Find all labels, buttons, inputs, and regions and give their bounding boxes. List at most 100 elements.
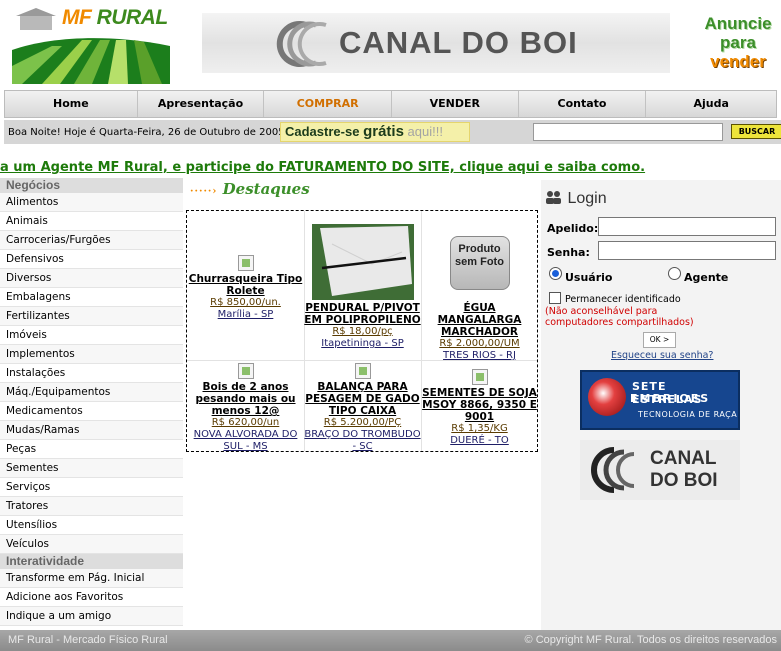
product-title[interactable]: BALANÇA PARA PESAGEM DE GADO TIPO CAIXA [304, 381, 421, 417]
product-title[interactable]: ÉGUA MANGALARGA MARCHADOR [421, 302, 538, 338]
sidebar-item-negocio[interactable]: Medicamentos [0, 402, 183, 421]
ad2-text: CANAL DO BOI [650, 448, 718, 492]
nav-vender[interactable]: VENDER [392, 91, 519, 117]
radio-usuario-label[interactable]: Usuário [565, 271, 613, 284]
product-title[interactable]: SEMENTES DE SOJA MSOY 8866, 9350 E 9001 [421, 387, 538, 423]
product-location[interactable]: Marília - SP [187, 309, 304, 321]
search-button[interactable]: BUSCAR [731, 124, 781, 139]
product-image-icon [471, 369, 488, 385]
sidebar-item-negocio[interactable]: Implementos [0, 345, 183, 364]
arrow-dots-icon: ·····› [190, 186, 218, 197]
sete-estrelas-ad[interactable]: SETE ESTRELAS EMBRIOES TECNOLOGIA DE RAÇ… [580, 370, 740, 430]
sidebar-item-negocio[interactable]: Imóveis [0, 326, 183, 345]
product-title[interactable]: Churrasqueira Tipo Rolete [187, 273, 304, 297]
ad1-line3: TECNOLOGIA DE RAÇA [638, 410, 738, 419]
login-panel: Login Apelido: Senha: Usuário Agente Per… [541, 180, 781, 630]
sidebar-item-negocio[interactable]: Defensivos [0, 250, 183, 269]
senha-input[interactable] [598, 241, 776, 260]
canal-waves-icon [591, 447, 635, 493]
nav-contato[interactable]: Contato [519, 91, 647, 117]
ad2-line2: DO BOI [650, 470, 718, 491]
product-location[interactable]: BRAÇO DO TROMBUDO - SC [304, 429, 421, 453]
product-location[interactable]: Itapetininga - SP [304, 338, 421, 350]
nav-apresentacao[interactable]: Apresentação [138, 91, 265, 117]
ok-button[interactable]: OK > [643, 332, 676, 348]
apelido-input[interactable] [598, 217, 776, 236]
product-location[interactable]: NOVA ALVORADA DO SUL - MS [187, 429, 304, 453]
nav-comprar[interactable]: COMPRAR [264, 91, 392, 117]
product-price[interactable]: R$ 18,00/pç [304, 326, 421, 338]
canal-waves-icon [276, 21, 327, 67]
product-photo-pendural[interactable] [311, 224, 414, 300]
sidebar-item-negocio[interactable]: Serviços [0, 478, 183, 497]
product-card[interactable]: BALANÇA PARA PESAGEM DE GADO TIPO CAIXA … [304, 363, 421, 453]
nav-home[interactable]: Home [5, 91, 138, 117]
sidebar-item-negocio[interactable]: Tratores [0, 497, 183, 516]
sidebar-item-negocio[interactable]: Alimentos [0, 193, 183, 212]
sidebar-item-negocio[interactable]: Peças [0, 440, 183, 459]
anuncie-para-vender-link[interactable]: Anuncie para vender [694, 14, 781, 71]
sidebar-item-negocio[interactable]: Veículos [0, 535, 183, 554]
date-greeting: Boa Noite! Hoje é Quarta-Feira, 26 de Ou… [8, 127, 285, 138]
info-bar: Boa Noite! Hoje é Quarta-Feira, 26 de Ou… [4, 120, 781, 144]
sidebar-item-negocio[interactable]: Utensílios [0, 516, 183, 535]
mf-rural-logo[interactable]: MF RURAL [12, 6, 172, 84]
agent-marquee-link[interactable]: a um Agente MF Rural, e participe do FAT… [0, 160, 781, 176]
sidebar-item-negocio[interactable]: Embalagens [0, 288, 183, 307]
sidebar-item-negocio[interactable]: Sementes [0, 459, 183, 478]
sidebar-item-negocio[interactable]: Instalações [0, 364, 183, 383]
product-card[interactable]: Produto sem Foto ÉGUA MANGALARGA MARCHAD… [421, 224, 538, 362]
product-card[interactable]: SEMENTES DE SOJA MSOY 8866, 9350 E 9001 … [421, 369, 538, 447]
sidebar-item-negocio[interactable]: Mudas/Ramas [0, 421, 183, 440]
no-photo-text: Produto sem Foto [449, 236, 510, 290]
destaques-heading: ·····› Destaques [190, 180, 310, 202]
sidebar-item-negocio[interactable]: Fertilizantes [0, 307, 183, 326]
logo-mf: MF [62, 6, 92, 29]
product-title[interactable]: Bois de 2 anos pesando mais ou menos 12@ [187, 381, 304, 417]
product-image-icon [237, 255, 254, 271]
radio-agente-label[interactable]: Agente [684, 271, 728, 284]
forgot-password-link[interactable]: Esqueceu sua senha? [611, 350, 713, 361]
negocios-list: Alimentos Animais Carrocerias/Furgões Defen… [0, 193, 183, 554]
product-image-icon [354, 363, 371, 379]
canal-do-boi-ad[interactable]: CANAL DO BOI [580, 440, 740, 500]
radio-usuario[interactable] [549, 267, 562, 280]
cadastre-se-banner[interactable]: Cadastre-se grátis aqui!!! [280, 122, 470, 142]
product-price[interactable]: R$ 620,00/un [187, 417, 304, 429]
search-input[interactable] [533, 123, 723, 141]
sidebar-heading-interatividade: Interatividade [0, 554, 183, 569]
nav-ajuda[interactable]: Ajuda [646, 91, 776, 117]
sidebar-item-interatividade[interactable]: Transforme em Pág. Inicial [0, 569, 183, 588]
product-price[interactable]: R$ 850,00/un. [187, 297, 304, 309]
sidebar-item-interatividade[interactable]: Adicione aos Favoritos [0, 588, 183, 607]
sidebar-item-negocio[interactable]: Animais [0, 212, 183, 231]
logo-rural: RURAL [96, 6, 169, 29]
ad1-line2: EMBRIOES [630, 392, 711, 405]
gratis-text: grátis [363, 123, 404, 140]
sidebar-item-negocio[interactable]: Carrocerias/Furgões [0, 231, 183, 250]
product-price[interactable]: R$ 2.000,00/UM [421, 338, 538, 350]
product-location[interactable]: DUERÉ - TO [421, 435, 538, 447]
product-price[interactable]: R$ 5.200,00/PÇ [304, 417, 421, 429]
interatividade-list: Transforme em Pág. Inicial Adicione aos F… [0, 569, 183, 626]
product-card[interactable]: PENDURAL P/PIVOT EM POLIPROPILENO R$ 18,… [304, 224, 421, 350]
destaques-grid: Churrasqueira Tipo Rolete R$ 850,00/un. … [186, 210, 538, 452]
anuncie-line3: vender [710, 52, 766, 71]
sidebar-item-interatividade[interactable]: Indique a um amigo [0, 607, 183, 626]
remember-label[interactable]: Permanecer identificado [565, 294, 681, 305]
login-title: Login [567, 190, 607, 207]
logo-text: MF RURAL [62, 6, 168, 30]
sidebar-heading-negocios: Negócios [0, 178, 183, 193]
no-photo-placeholder[interactable]: Produto sem Foto [429, 224, 530, 300]
main-nav: Home Apresentação COMPRAR VENDER Contato… [4, 90, 777, 118]
product-card[interactable]: Bois de 2 anos pesando mais ou menos 12@… [187, 363, 304, 453]
product-card[interactable]: Churrasqueira Tipo Rolete R$ 850,00/un. … [187, 255, 304, 321]
radio-agente[interactable] [668, 267, 681, 280]
remember-checkbox[interactable] [549, 292, 561, 304]
product-title[interactable]: PENDURAL P/PIVOT EM POLIPROPILENO [304, 302, 421, 326]
sidebar-item-negocio[interactable]: Diversos [0, 269, 183, 288]
canal-do-boi-banner[interactable]: CANAL DO BOI [202, 13, 670, 73]
sidebar-item-negocio[interactable]: Máq./Equipamentos [0, 383, 183, 402]
product-price[interactable]: R$ 1,35/KG [421, 423, 538, 435]
product-location[interactable]: TRES RIOS - RJ [421, 350, 538, 362]
